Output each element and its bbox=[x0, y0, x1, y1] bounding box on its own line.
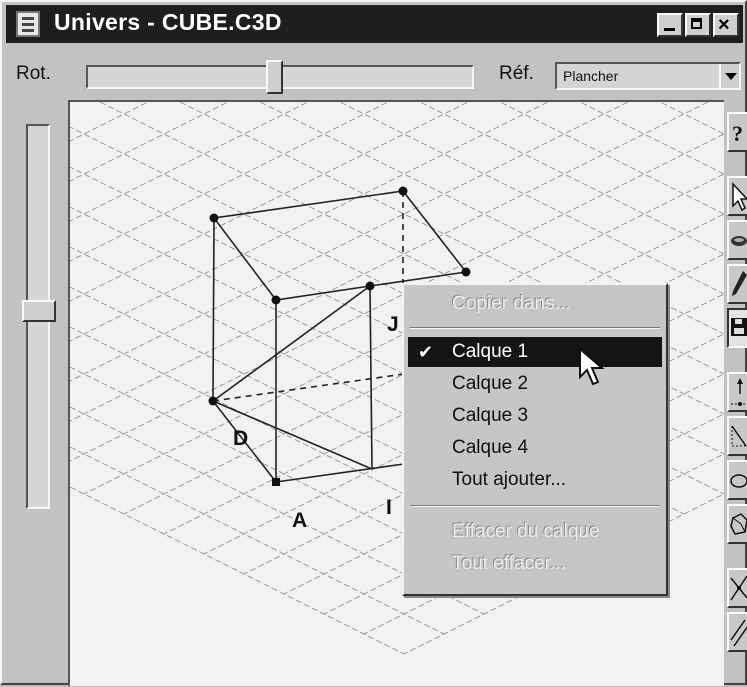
reference-selected-value: Plancher bbox=[563, 68, 619, 84]
document-icon[interactable] bbox=[16, 11, 40, 37]
menu-item-calque-1[interactable]: ✔ Calque 1 bbox=[408, 337, 662, 367]
menu-item-clear-layer[interactable]: Effacer du calque bbox=[408, 517, 662, 547]
vertex bbox=[209, 213, 219, 223]
tool-polyhedron[interactable] bbox=[727, 504, 747, 544]
menu-separator bbox=[410, 505, 660, 507]
help-icon: ? bbox=[732, 121, 743, 146]
tool-ellipse[interactable] bbox=[727, 220, 747, 260]
pointer-arrow-icon bbox=[732, 182, 747, 212]
app-window: Univers - CUBE.C3D × Rot. Réf. Plancher bbox=[0, 0, 747, 687]
menu-item-calque-4[interactable]: Calque 4 bbox=[408, 433, 662, 463]
menu-item-calque-2[interactable]: Calque 2 bbox=[408, 369, 662, 399]
point-label-i: I bbox=[386, 496, 392, 519]
vertex bbox=[461, 267, 471, 277]
menu-item-clear-all[interactable]: Tout effacer... bbox=[408, 549, 662, 579]
reference-dropdown[interactable]: Plancher bbox=[555, 62, 741, 90]
tool-save[interactable] bbox=[727, 308, 747, 348]
floppy-disk-icon bbox=[731, 318, 747, 336]
edge-diagonal-1 bbox=[212, 285, 371, 402]
tool-intersection[interactable] bbox=[727, 568, 747, 608]
window-title: Univers - CUBE.C3D bbox=[54, 9, 282, 35]
maximize-button[interactable] bbox=[685, 13, 711, 37]
tool-pen[interactable] bbox=[727, 264, 747, 304]
menu-item-add-all[interactable]: Tout ajouter... bbox=[408, 465, 662, 495]
vertical-slider-thumb[interactable] bbox=[22, 300, 56, 322]
tool-parallel[interactable] bbox=[727, 612, 747, 652]
segment-icon bbox=[731, 425, 747, 447]
context-menu: Copier dans... ✔ Calque 1 Calque 2 Calqu… bbox=[402, 283, 668, 596]
tool-circle[interactable] bbox=[727, 460, 747, 500]
title-bar[interactable]: Univers - CUBE.C3D × bbox=[6, 5, 743, 43]
tool-help[interactable]: ? bbox=[727, 112, 747, 152]
rotation-label: Rot. bbox=[16, 63, 51, 84]
close-icon: × bbox=[718, 14, 730, 36]
minimize-icon bbox=[664, 28, 675, 31]
tool-segment[interactable] bbox=[727, 416, 747, 456]
hidden-edge-horizontal bbox=[212, 373, 405, 402]
edge-left-upper bbox=[212, 217, 215, 402]
pen-icon bbox=[732, 271, 747, 296]
tool-select[interactable] bbox=[727, 176, 747, 216]
tool-palette: ? bbox=[727, 112, 747, 687]
grid-line bbox=[404, 102, 724, 294]
mouse-cursor-icon bbox=[579, 347, 605, 386]
tool-point[interactable] bbox=[727, 372, 747, 412]
polyhedron-icon bbox=[730, 513, 747, 535]
maximize-icon bbox=[691, 18, 702, 29]
point-label-a: A bbox=[292, 509, 307, 532]
circle-icon bbox=[730, 474, 747, 488]
chevron-down-icon[interactable] bbox=[719, 64, 739, 88]
minimize-button[interactable] bbox=[657, 13, 683, 37]
vertex bbox=[271, 295, 281, 305]
menu-item-copy-to[interactable]: Copier dans... bbox=[408, 289, 662, 319]
reference-label: Réf. bbox=[499, 63, 534, 84]
point-label-d: D bbox=[233, 427, 248, 450]
point-icon bbox=[731, 378, 747, 406]
svg-text:?: ? bbox=[732, 121, 743, 146]
edge-bottom-front bbox=[275, 463, 405, 483]
vertex bbox=[398, 186, 408, 196]
menu-separator bbox=[410, 327, 660, 329]
intersection-icon bbox=[730, 575, 747, 601]
grid-line bbox=[70, 486, 405, 655]
vertex-a bbox=[272, 478, 280, 486]
vertex-d bbox=[208, 396, 218, 406]
vertex bbox=[365, 281, 375, 291]
rotation-slider-thumb[interactable] bbox=[266, 60, 283, 94]
checkmark-icon: ✔ bbox=[418, 342, 434, 362]
close-button[interactable]: × bbox=[713, 13, 739, 37]
parallel-lines-icon bbox=[730, 619, 747, 647]
edge-right-vertical bbox=[369, 285, 373, 470]
point-label-j: J bbox=[387, 313, 399, 336]
ellipse-shape-icon bbox=[731, 236, 747, 246]
menu-item-calque-3[interactable]: Calque 3 bbox=[408, 401, 662, 431]
